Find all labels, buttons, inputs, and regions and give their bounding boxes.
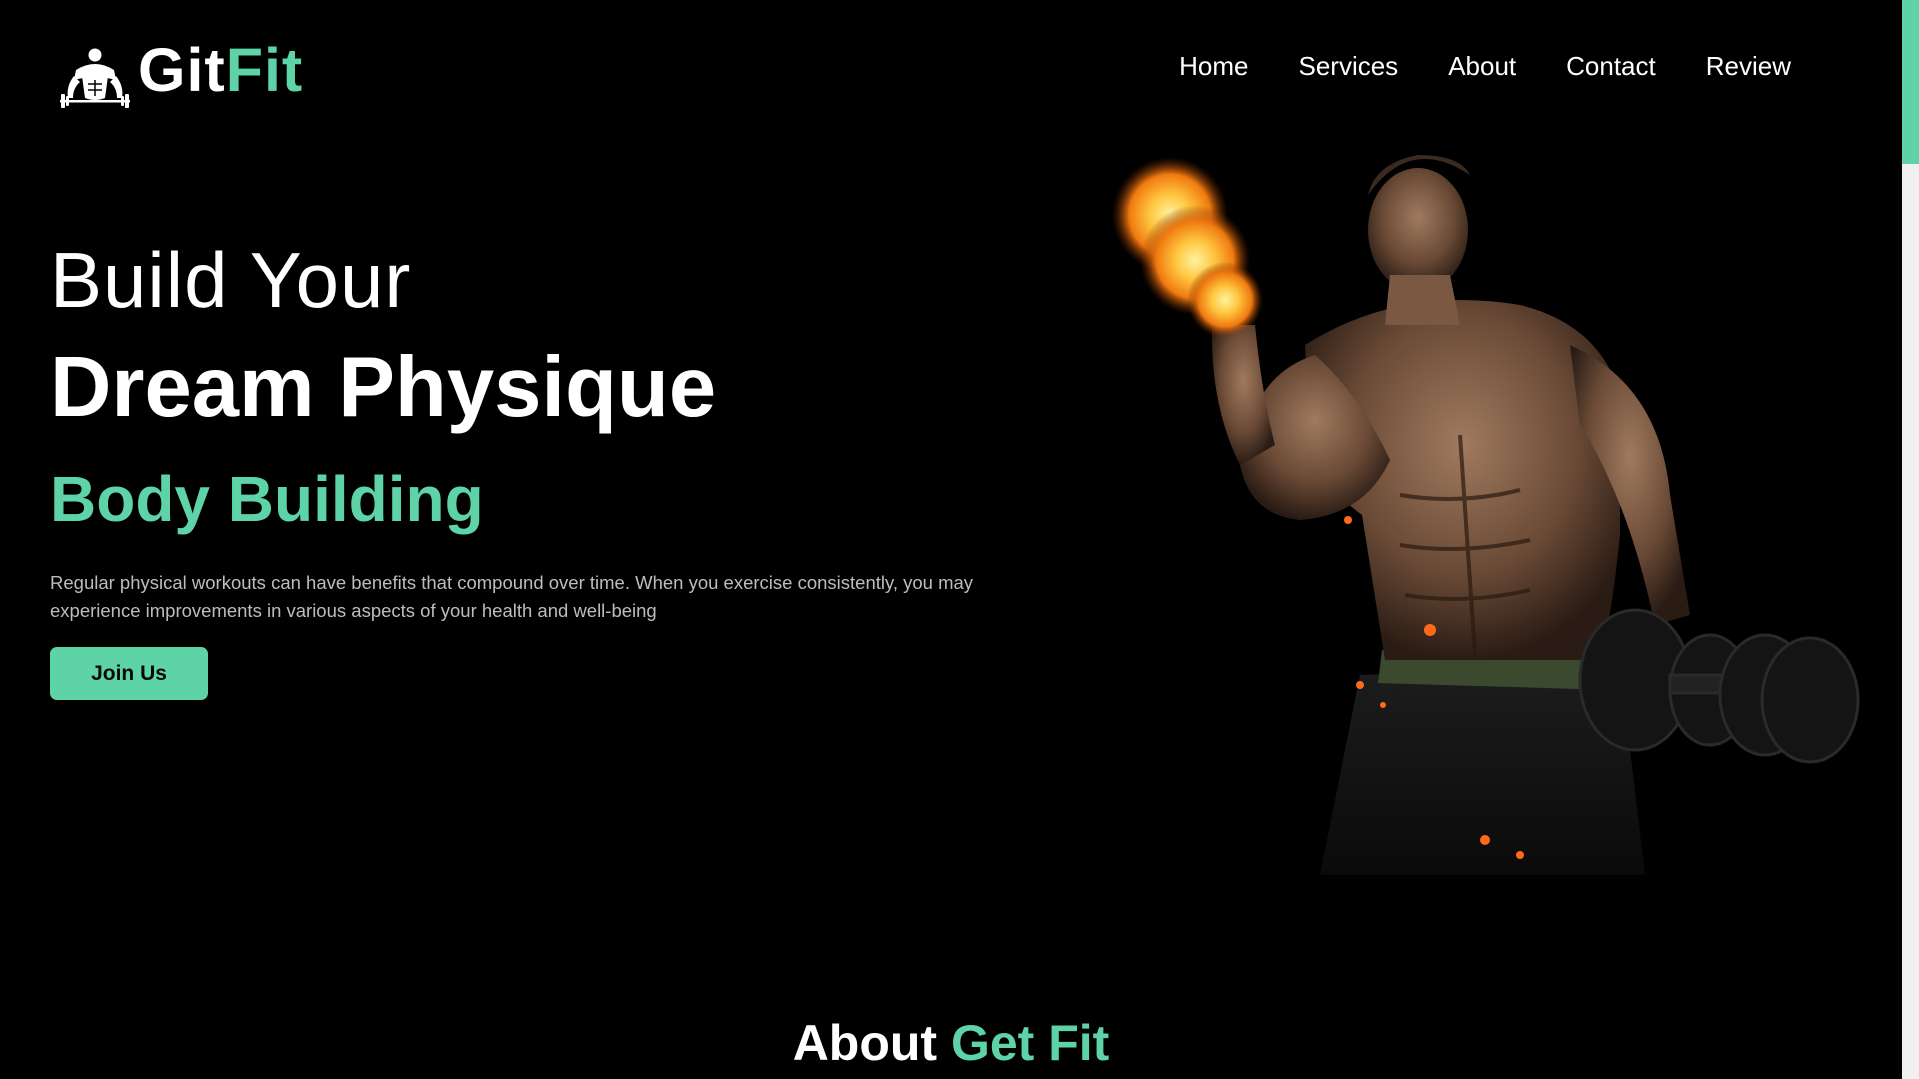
nav-about[interactable]: About <box>1448 50 1516 82</box>
scrollbar-thumb[interactable] <box>1902 0 1919 164</box>
page-scrollbar[interactable] <box>1902 0 1919 1079</box>
hero-heading-line1: Build Your <box>50 236 412 324</box>
hero-subheading: Body Building <box>50 463 484 535</box>
main-nav: Home Services About Contact Review <box>1179 50 1791 82</box>
nav-services[interactable]: Services <box>1298 50 1398 82</box>
hero-description: Regular physical workouts can have benef… <box>50 572 974 621</box>
bodybuilder-with-flaming-dumbbell-image <box>1112 155 1860 875</box>
brand-name: GitFit <box>138 39 303 101</box>
about-heading-part1: About <box>792 1015 938 1071</box>
brand-name-part1: Git <box>138 35 226 104</box>
page: GitFit Home Services About Contact Revie… <box>0 0 1919 1079</box>
hero-heading-line2: Dream Physique <box>50 340 717 435</box>
about-heading-part2: Get Fit <box>950 1015 1110 1071</box>
about-heading: About Get Fit <box>0 1008 1902 1078</box>
nav-home[interactable]: Home <box>1179 50 1248 82</box>
bodybuilder-logo-icon <box>60 48 130 108</box>
join-us-button[interactable]: Join Us <box>50 647 208 700</box>
brand-name-part2: Fit <box>225 35 304 104</box>
logo-link[interactable]: GitFit <box>58 39 303 114</box>
nav-contact[interactable]: Contact <box>1566 50 1656 82</box>
hero-section: Build Your Dream Physique Body Building … <box>50 235 1050 700</box>
site-header: GitFit Home Services About Contact Revie… <box>0 0 1902 140</box>
nav-review[interactable]: Review <box>1706 50 1791 82</box>
